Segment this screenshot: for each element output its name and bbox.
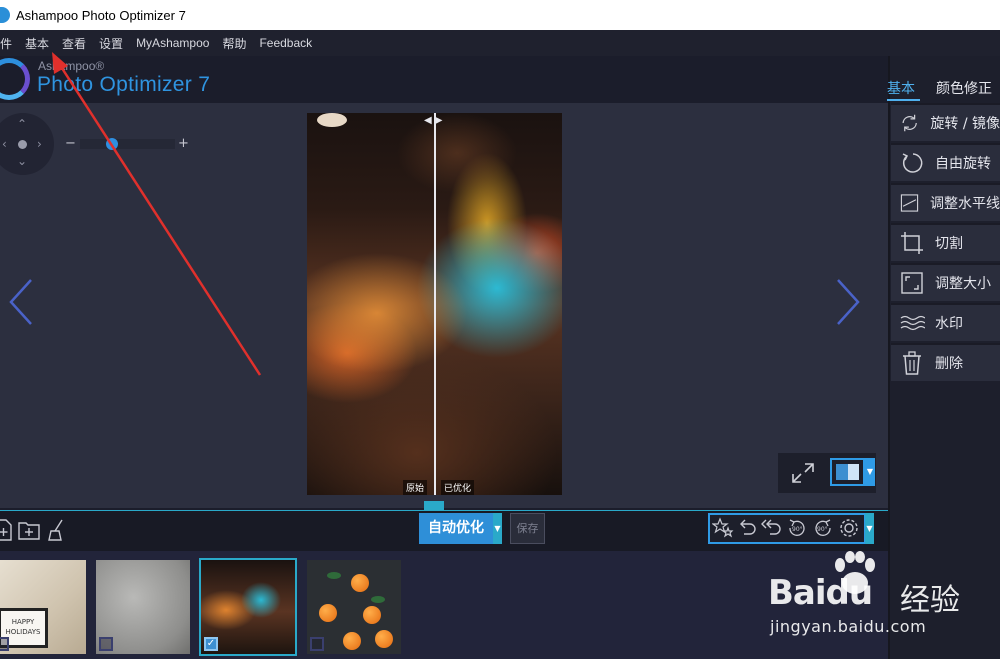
app-icon [0,7,10,23]
panel-item-label: 调整水平线 [930,196,1000,212]
menu-view[interactable]: 查看 [62,35,86,52]
add-folder-icon[interactable] [18,518,40,542]
panel-item-free-rotate[interactable]: 自由旋转 [891,143,1000,181]
settings-gear-icon[interactable] [838,517,860,539]
zoom-slider-handle[interactable] [106,138,118,150]
collapse-filmstrip-icon[interactable] [424,501,444,510]
leaf-shape [327,572,341,579]
panel-item-rotate-mirror[interactable]: 旋转 / 镜像 [891,103,1000,141]
thumbnail-night-street[interactable]: ✓ [199,558,297,656]
thumbnail-checkbox-checked[interactable]: ✓ [204,637,218,651]
pan-down-icon[interactable]: ⌄ [17,155,27,167]
panel-item-delete[interactable]: 删除 [891,343,1000,381]
compare-divider[interactable] [434,113,436,495]
panel-item-label: 旋转 / 镜像 [930,116,1000,132]
window-title: Ashampoo Photo Optimizer 7 [16,7,186,23]
rotate-icon [902,114,917,132]
panel-item-resize[interactable]: 调整大小 [891,263,1000,301]
new-file-icon[interactable] [0,518,16,542]
panel-item-label: 调整大小 [935,276,991,292]
thumbnail-oranges[interactable] [307,560,401,654]
photo-preview[interactable]: ◀▶ 原始 已优化 [307,113,562,495]
orange-shape [363,606,381,624]
thumbnail-checkbox[interactable] [99,637,113,651]
save-button[interactable]: 保存 [510,513,545,544]
compare-view-button[interactable] [830,458,865,486]
pan-up-icon[interactable]: ⌃ [17,118,27,130]
rotate-right-90-icon[interactable]: 90° [812,517,834,539]
menu-myashampoo[interactable]: MyAshampoo [136,36,209,50]
title-bar: Ashampoo Photo Optimizer 7 [0,0,1000,30]
magic-stars-icon[interactable] [712,517,734,539]
panel-item-label: 自由旋转 [935,156,991,172]
pan-center-icon[interactable] [18,140,27,149]
street-light [317,113,347,127]
next-image-icon[interactable] [830,277,870,327]
crop-icon [901,232,923,254]
previous-image-icon[interactable] [5,277,45,327]
panel-item-label: 水印 [935,316,963,332]
original-label: 原始 [403,480,428,495]
zoom-out-button[interactable]: − [65,136,76,151]
thumbnail-gray-texture[interactable] [96,560,190,654]
menu-help[interactable]: 帮助 [222,35,246,52]
svg-text:90°: 90° [817,526,828,533]
orange-shape [319,604,337,622]
watermark-icon [900,315,925,331]
rotate-left-90-icon[interactable]: 90° [786,517,808,539]
menu-bar: 件 基本 查看 设置 MyAshampoo 帮助 Feedback [0,30,1000,56]
paw-icon [835,551,875,594]
zoom-in-button[interactable]: + [178,136,189,151]
leaf-shape [371,596,385,603]
orange-shape [375,630,393,648]
menu-settings[interactable]: 设置 [99,35,123,52]
menu-feedback[interactable]: Feedback [259,36,312,50]
pan-left-icon[interactable]: ‹ [2,138,7,150]
active-tab-indicator [887,99,920,101]
thumbnail-holiday-card[interactable]: HAPPY HOLIDAYS [0,560,86,654]
panel-item-label: 切割 [935,236,963,252]
trash-icon [903,351,921,375]
compare-dropdown-icon[interactable]: ▼ [865,458,875,486]
divider-handle-icon[interactable]: ◀▶ [424,115,445,126]
panel-item-crop[interactable]: 切割 [891,223,1000,261]
optimized-label: 已优化 [441,480,475,495]
jingyan-logo-text: 经验 [900,583,960,618]
fullscreen-icon[interactable] [790,461,816,485]
svg-text:90°: 90° [792,526,803,533]
undo-all-icon[interactable] [760,517,782,539]
undo-icon[interactable] [736,517,758,539]
orange-shape [343,632,361,650]
clear-list-icon[interactable] [46,518,68,542]
orange-shape [351,574,369,592]
menu-basic[interactable]: 基本 [25,35,49,52]
auto-optimize-button[interactable]: 自动优化 [419,513,493,544]
resize-icon [901,272,923,294]
thumbnail-checkbox[interactable] [0,637,9,651]
panel-item-watermark[interactable]: 水印 [891,303,1000,341]
rotation-dropdown-icon[interactable]: ▼ [865,513,874,544]
menu-file[interactable]: 件 [0,35,12,52]
watermark-url: jingyan.baidu.com [770,617,927,636]
tab-basic[interactable]: 基本 [887,78,915,98]
thumbnail-checkbox[interactable] [310,637,324,651]
compare-right-half [848,464,859,480]
baidu-watermark: Baidu 经验 jingyan.baidu.com [760,545,1000,645]
brand-small: Ashampoo® [38,59,105,73]
tab-color-correction[interactable]: 颜色修正 [936,78,992,98]
panel-item-label: 删除 [935,356,963,372]
horizon-icon [900,194,919,212]
compare-left-half [836,464,848,480]
free-rotate-icon [902,153,923,173]
pan-right-icon[interactable]: › [37,138,42,150]
auto-optimize-dropdown-icon[interactable]: ▼ [493,513,502,544]
brand-name: Photo Optimizer 7 [37,73,211,96]
zoom-slider[interactable] [80,139,175,149]
panel-item-horizon[interactable]: 调整水平线 [891,183,1000,221]
